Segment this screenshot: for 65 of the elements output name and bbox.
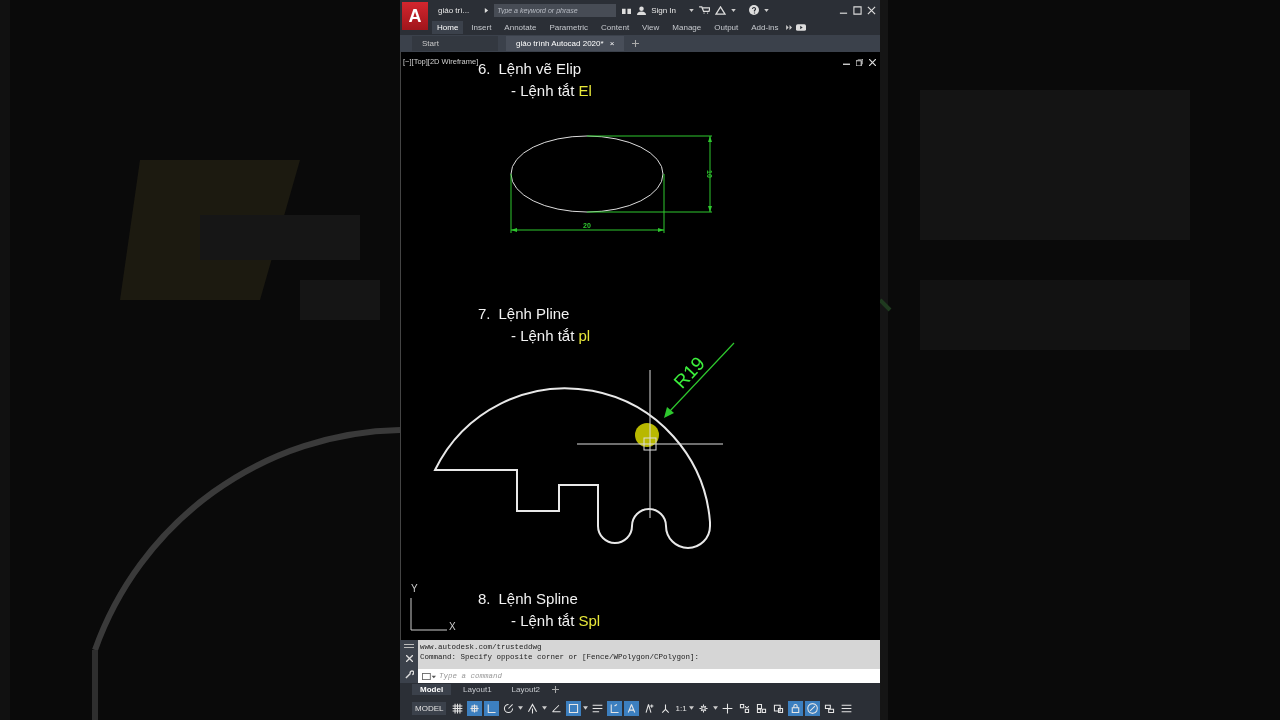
cart-icon[interactable] bbox=[699, 5, 711, 15]
ribbon-tab[interactable]: Content bbox=[596, 21, 635, 34]
shortcut-command: El bbox=[578, 82, 592, 99]
section-title: Lệnh Pline bbox=[498, 305, 570, 322]
caret-icon[interactable] bbox=[518, 706, 524, 710]
file-title: giáo trì... bbox=[438, 5, 470, 15]
arrow-icon[interactable] bbox=[484, 6, 490, 14]
video-icon[interactable] bbox=[796, 24, 807, 31]
axis-label: Y bbox=[411, 583, 418, 594]
caret-icon[interactable] bbox=[712, 706, 718, 710]
close-icon[interactable] bbox=[405, 655, 413, 663]
sign-in-link[interactable]: Sign In bbox=[651, 5, 677, 15]
cursor-highlight bbox=[635, 423, 659, 447]
ribbon-tab[interactable]: Output bbox=[709, 21, 744, 34]
plus-icon[interactable] bbox=[552, 686, 560, 693]
layout-tab[interactable]: Model bbox=[412, 684, 452, 695]
ribbon-tab[interactable]: Annotate bbox=[499, 21, 542, 34]
shortcut-label: - Lệnh tắt bbox=[511, 612, 575, 629]
prompt-icon[interactable] bbox=[422, 672, 436, 680]
layout-tab[interactable]: Layout1 bbox=[455, 684, 500, 695]
close-icon[interactable] bbox=[867, 5, 876, 15]
triangle-icon[interactable] bbox=[715, 5, 727, 15]
caret-icon[interactable] bbox=[688, 706, 694, 710]
app-logo[interactable]: A bbox=[402, 2, 428, 30]
shortcut-command: pl bbox=[578, 327, 591, 344]
user-icon[interactable] bbox=[637, 5, 647, 15]
ribbon-tab[interactable]: Add-ins bbox=[746, 21, 784, 34]
shortcut-label: - Lệnh tắt bbox=[511, 327, 575, 344]
caret-icon[interactable] bbox=[731, 8, 737, 12]
document-tab[interactable]: Start bbox=[412, 36, 498, 51]
maximize-icon[interactable] bbox=[853, 5, 862, 15]
model-button[interactable]: MODEL bbox=[412, 701, 447, 715]
plus-icon[interactable] bbox=[632, 40, 640, 47]
shortcut-command: Spl bbox=[578, 612, 601, 629]
caret-icon[interactable] bbox=[542, 706, 548, 710]
ribbon-tab[interactable]: Insert bbox=[466, 21, 497, 34]
clean-icon[interactable] bbox=[804, 700, 820, 716]
ribbon-tab[interactable]: View bbox=[637, 21, 665, 34]
shortcut-label: - Lệnh tắt bbox=[511, 82, 575, 99]
wrench-icon[interactable] bbox=[404, 670, 414, 680]
ribbon-tab[interactable]: Manage bbox=[667, 21, 707, 34]
section-number: 8. bbox=[478, 590, 491, 607]
caret-icon[interactable] bbox=[583, 706, 589, 710]
ribbon-tab[interactable]: Parametric bbox=[544, 21, 594, 34]
radius-text: R19 bbox=[669, 352, 709, 393]
lock-icon[interactable] bbox=[787, 700, 803, 716]
grip-icon[interactable] bbox=[404, 643, 414, 648]
section-title: Lệnh Spline bbox=[498, 590, 578, 607]
axis-label: X bbox=[449, 621, 456, 632]
help-icon[interactable] bbox=[749, 5, 760, 15]
layout-tab[interactable]: Layout2 bbox=[503, 684, 549, 695]
close-icon[interactable] bbox=[869, 59, 876, 66]
ribbon-tab[interactable]: Home bbox=[432, 21, 464, 34]
section-number: 7. bbox=[478, 305, 491, 322]
section-title: Lệnh vẽ Elip bbox=[498, 60, 582, 77]
osnap-icon[interactable] bbox=[566, 700, 582, 716]
restore-icon[interactable] bbox=[856, 59, 863, 66]
section-number: 6. bbox=[478, 60, 491, 77]
document-tab[interactable]: giáo trình Autocad 2020* × bbox=[506, 36, 625, 51]
caret-icon[interactable] bbox=[689, 8, 695, 12]
annotation-scale-button[interactable]: 1:1 bbox=[675, 703, 687, 713]
caret-icon[interactable] bbox=[764, 8, 770, 12]
infer-icon[interactable] bbox=[484, 700, 500, 716]
snap-icon[interactable] bbox=[467, 700, 483, 716]
chevron-icon[interactable] bbox=[786, 25, 794, 30]
